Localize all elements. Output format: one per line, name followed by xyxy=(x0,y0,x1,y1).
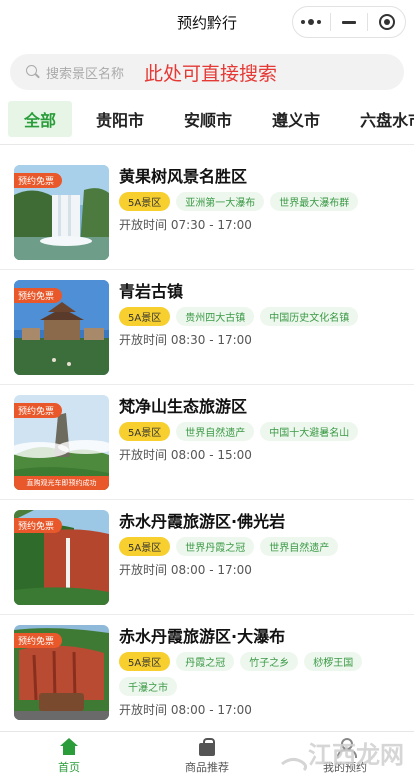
more-button[interactable] xyxy=(293,7,330,37)
mountain-icon: 预约免票 直购观光车即预约成功 xyxy=(14,395,109,490)
minus-icon xyxy=(342,20,356,24)
close-circle-icon xyxy=(378,14,395,30)
search-icon xyxy=(26,65,40,79)
feature-tag: 桫椤王国 xyxy=(304,652,363,671)
level-tag: 5A景区 xyxy=(119,652,171,671)
opening-hours: 开放时间 08:00 - 15:00 xyxy=(119,448,252,462)
scenic-name: 赤水丹霞旅游区·大瀑布 xyxy=(119,627,286,646)
free-booking-badge: 预约免票 xyxy=(14,288,63,303)
city-tabs: 全部 贵阳市 安顺市 遵义市 六盘水市 xyxy=(0,100,414,138)
tag-list: 5A景区 世界自然遗产 中国十大避暑名山 xyxy=(119,422,409,441)
opening-hours: 开放时间 07:30 - 17:00 xyxy=(119,218,252,232)
level-tag: 5A景区 xyxy=(119,537,171,556)
scenic-card-qingyan[interactable]: 预约免票 青岩古镇 5A景区 贵州四大古镇 中国历史文化名镇 开放时间 08:3… xyxy=(0,270,414,385)
feature-tag: 世界自然遗产 xyxy=(260,537,339,556)
feature-tag: 世界丹霞之冠 xyxy=(176,537,255,556)
tabs-divider xyxy=(0,144,414,145)
close-button[interactable] xyxy=(368,7,405,37)
scenic-card-fanjingshan[interactable]: 预约免票 直购观光车即预约成功 梵净山生态旅游区 5A景区 世界自然遗产 中国十… xyxy=(0,385,414,500)
user-icon xyxy=(336,738,357,758)
level-tag: 5A景区 xyxy=(119,422,171,441)
tag-list: 5A景区 亚洲第一大瀑布 世界最大瀑布群 xyxy=(119,192,409,211)
bottom-tab-bar: 首页 商品推荐 我的预约 xyxy=(0,731,414,780)
nav-my-bookings[interactable]: 我的预约 xyxy=(276,732,414,780)
red-cliff-icon: 预约免票 xyxy=(14,510,109,605)
red-cliff-fall-icon: 预约免票 xyxy=(14,625,109,720)
level-tag: 5A景区 xyxy=(119,307,171,326)
bag-icon xyxy=(199,738,215,756)
free-booking-badge: 预约免票 xyxy=(14,403,63,418)
free-booking-badge: 预约免票 xyxy=(14,518,63,533)
feature-tag: 中国十大避暑名山 xyxy=(260,422,359,441)
nav-products-label: 商品推荐 xyxy=(185,761,229,774)
feature-tag: 竹子之乡 xyxy=(240,652,299,671)
tab-anshun[interactable]: 安顺市 xyxy=(168,101,248,137)
scenic-list: 预约免票 黄果树风景名胜区 5A景区 亚洲第一大瀑布 世界最大瀑布群 开放时间 … xyxy=(0,155,414,730)
home-icon xyxy=(60,738,78,756)
scenic-card-foguangyan[interactable]: 预约免票 赤水丹霞旅游区·佛光岩 5A景区 世界丹霞之冠 世界自然遗产 开放时间… xyxy=(0,500,414,615)
shuttle-booking-banner: 直购观光车即预约成功 xyxy=(14,476,109,490)
free-booking-badge: 预约免票 xyxy=(14,173,63,188)
feature-tag: 千瀑之市 xyxy=(119,677,177,696)
tab-guiyang[interactable]: 贵阳市 xyxy=(80,101,160,137)
search-hint-annotation: 此处可直接搜索 xyxy=(144,62,278,85)
level-tag: 5A景区 xyxy=(119,192,171,211)
mini-program-capsule xyxy=(292,6,406,38)
ancient-town-icon: 预约免票 xyxy=(14,280,109,375)
scenic-name: 赤水丹霞旅游区·佛光岩 xyxy=(119,512,286,531)
feature-tag: 亚洲第一大瀑布 xyxy=(176,192,265,211)
search-input[interactable]: 搜索景区名称 xyxy=(46,63,124,82)
feature-tag: 世界最大瀑布群 xyxy=(270,192,359,211)
tab-all[interactable]: 全部 xyxy=(8,101,73,137)
minimize-button[interactable] xyxy=(331,7,368,37)
opening-hours: 开放时间 08:30 - 17:00 xyxy=(119,333,252,347)
feature-tag: 贵州四大古镇 xyxy=(176,307,255,326)
tag-list: 5A景区 世界丹霞之冠 世界自然遗产 xyxy=(119,537,409,556)
waterfall-icon: 预约免票 xyxy=(14,165,109,260)
more-dots-icon xyxy=(301,19,322,25)
nav-home[interactable]: 首页 xyxy=(0,732,138,780)
scenic-card-dapubu[interactable]: 预约免票 赤水丹霞旅游区·大瀑布 5A景区 丹霞之冠 竹子之乡 桫椤王国 千瀑之… xyxy=(0,615,414,730)
opening-hours: 开放时间 08:00 - 17:00 xyxy=(119,563,252,577)
feature-tag: 丹霞之冠 xyxy=(176,652,235,671)
scenic-name: 梵净山生态旅游区 xyxy=(119,397,248,416)
nav-products[interactable]: 商品推荐 xyxy=(138,732,276,780)
scenic-card-huangguoshu[interactable]: 预约免票 黄果树风景名胜区 5A景区 亚洲第一大瀑布 世界最大瀑布群 开放时间 … xyxy=(0,155,414,270)
nav-my-bookings-label: 我的预约 xyxy=(323,761,367,774)
opening-hours: 开放时间 08:00 - 17:00 xyxy=(119,703,252,717)
feature-tag: 中国历史文化名镇 xyxy=(260,307,359,326)
scenic-name: 黄果树风景名胜区 xyxy=(119,167,248,186)
tag-list: 5A景区 贵州四大古镇 中国历史文化名镇 xyxy=(119,307,409,326)
scenic-name: 青岩古镇 xyxy=(119,282,184,301)
feature-tag: 世界自然遗产 xyxy=(176,422,255,441)
tag-list: 5A景区 丹霞之冠 竹子之乡 桫椤王国 千瀑之市 xyxy=(119,652,409,696)
tab-zunyi[interactable]: 遵义市 xyxy=(256,101,336,137)
tab-liupanshui[interactable]: 六盘水市 xyxy=(344,101,414,137)
nav-home-label: 首页 xyxy=(58,761,80,774)
nav-header: 预约黔行 xyxy=(0,0,414,46)
free-booking-badge: 预约免票 xyxy=(14,633,63,648)
search-bar[interactable]: 搜索景区名称 此处可直接搜索 xyxy=(10,54,404,90)
